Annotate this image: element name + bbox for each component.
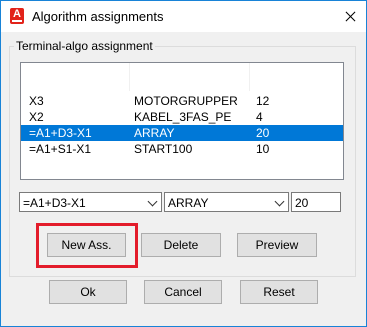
list-item[interactable]: X2 KABEL_3FAS_PE 4	[21, 109, 343, 125]
algorithm-assignments-dialog: Algorithm assignments Terminal-algo assi…	[0, 0, 367, 327]
algo-cell: START100	[134, 142, 193, 156]
terminal-cell: =A1+S1-X1	[29, 142, 92, 156]
preview-button[interactable]: Preview	[237, 233, 317, 257]
delete-button[interactable]: Delete	[141, 233, 221, 257]
number-field-value: 20	[295, 196, 309, 210]
chevron-down-icon[interactable]	[147, 196, 158, 207]
number-cell: 12	[256, 94, 270, 108]
algo-combo-value: ARRAY	[168, 196, 209, 210]
algo-combo[interactable]: ARRAY	[164, 192, 289, 212]
terminal-combo[interactable]: =A1+D3-X1	[19, 192, 162, 212]
list-item[interactable]: =A1+S1-X1 START100 10	[21, 141, 343, 157]
number-cell: 20	[256, 126, 270, 140]
title-bar: Algorithm assignments	[1, 1, 366, 32]
algo-cell: KABEL_3FAS_PE	[134, 110, 232, 124]
annotation-highlight-box	[36, 223, 138, 268]
list-item-selected[interactable]: =A1+D3-X1 ARRAY 20	[21, 125, 343, 141]
window-title: Algorithm assignments	[32, 9, 164, 24]
algo-cell: ARRAY	[134, 126, 175, 140]
terminal-cell: X2	[29, 110, 44, 124]
reset-button[interactable]: Reset	[240, 280, 318, 304]
cancel-button[interactable]: Cancel	[144, 280, 222, 304]
terminal-cell: X3	[29, 94, 44, 108]
autocad-electrical-icon	[10, 8, 24, 24]
algo-cell: MOTORGRUPPER	[134, 94, 238, 108]
assignment-list[interactable]: X3 MOTORGRUPPER 12 X2 KABEL_3FAS_PE 4 =A…	[20, 62, 344, 180]
terminal-cell: =A1+D3-X1	[29, 126, 92, 140]
number-field[interactable]: 20	[291, 192, 341, 212]
group-label: Terminal-algo assignment	[14, 39, 155, 53]
number-cell: 4	[256, 110, 263, 124]
column-separator[interactable]	[129, 63, 130, 91]
column-separator[interactable]	[249, 63, 250, 91]
number-cell: 10	[256, 142, 270, 156]
terminal-combo-value: =A1+D3-X1	[23, 196, 86, 210]
ok-button[interactable]: Ok	[49, 280, 127, 304]
chevron-down-icon[interactable]	[274, 196, 285, 207]
close-icon[interactable]	[334, 1, 366, 32]
list-item[interactable]: X3 MOTORGRUPPER 12	[21, 93, 343, 109]
